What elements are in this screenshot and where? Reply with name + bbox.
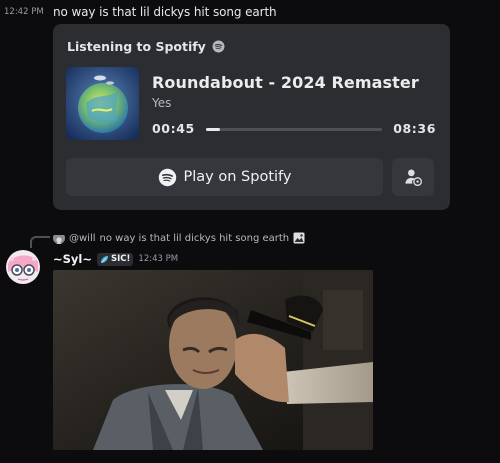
- message-row: 12:42 PM no way is that lil dickys hit s…: [0, 3, 500, 23]
- spotify-icon: [158, 168, 176, 186]
- reply-text: no way is that lil dickys hit song earth: [99, 232, 290, 244]
- spotify-activity-card: Listening to Spotify Roundabout - 2024 R…: [53, 24, 450, 210]
- progress-bar-fill: [206, 128, 221, 131]
- spotify-icon: [212, 40, 225, 53]
- gif-attachment[interactable]: [53, 270, 373, 450]
- author-name[interactable]: ~Syl~: [53, 252, 92, 266]
- elapsed-time: 00:45: [152, 121, 195, 136]
- message-timestamp: 12:43 PM: [138, 254, 179, 264]
- message-author-row: ~Syl~ SIC! 12:43 PM: [53, 251, 178, 267]
- playback-progress: 00:45 08:36: [152, 121, 436, 137]
- clan-tag[interactable]: SIC!: [97, 252, 134, 266]
- track-artist[interactable]: Yes: [152, 96, 171, 110]
- play-button-label: Play on Spotify: [183, 169, 292, 185]
- reply-reference[interactable]: @will no way is that lil dickys hit song…: [53, 230, 305, 246]
- progress-bar: [206, 128, 382, 131]
- album-art[interactable]: [66, 67, 139, 140]
- card-header: Listening to Spotify: [67, 39, 225, 54]
- play-on-spotify-button[interactable]: Play on Spotify: [66, 158, 383, 196]
- user-add-button[interactable]: [392, 158, 434, 196]
- clan-tag-label: SIC!: [111, 254, 131, 264]
- reply-spine: [30, 236, 50, 248]
- chat-view: 12:42 PM no way is that lil dickys hit s…: [0, 0, 500, 463]
- reply-mention[interactable]: @will: [69, 233, 96, 244]
- total-time: 08:36: [393, 121, 436, 136]
- avatar[interactable]: [6, 250, 40, 284]
- user-add-icon: [405, 169, 422, 186]
- card-header-label: Listening to Spotify: [67, 39, 206, 54]
- message-timestamp: 12:42 PM: [4, 7, 44, 17]
- track-title[interactable]: Roundabout - 2024 Remaster: [152, 73, 419, 92]
- image-icon: [293, 232, 305, 244]
- leaf-icon: [100, 255, 109, 263]
- reply-avatar: [53, 232, 65, 244]
- message-text: no way is that lil dickys hit song earth: [53, 5, 277, 19]
